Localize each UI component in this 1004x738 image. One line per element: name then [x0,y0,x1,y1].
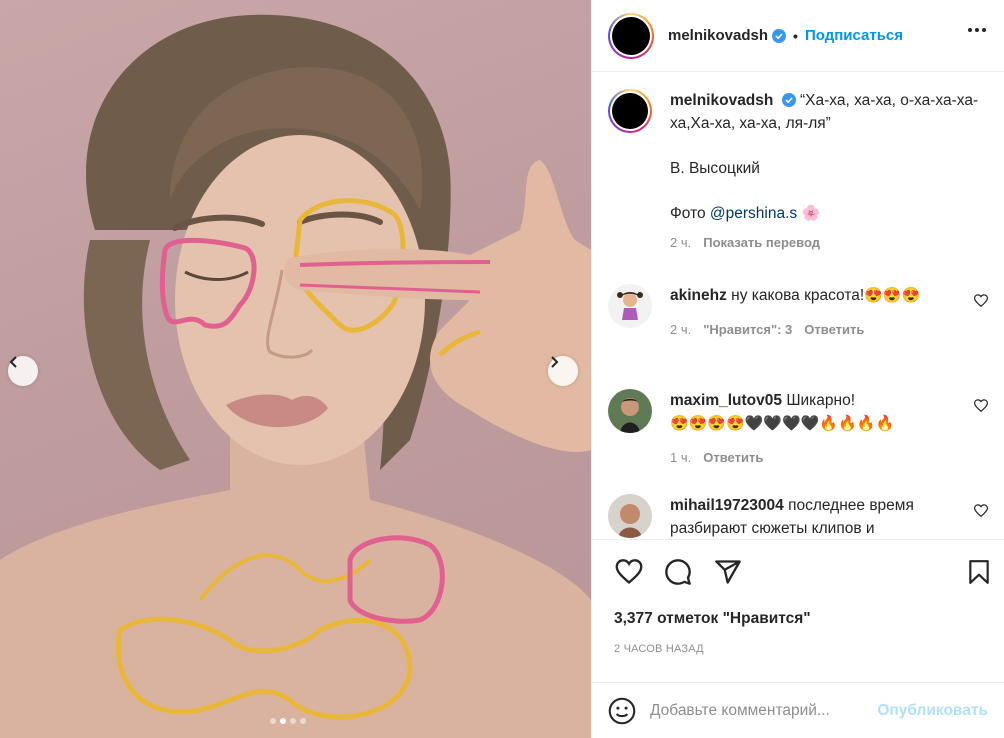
comment-heart-icon[interactable] [974,399,988,413]
post-header: melnikovadsh • Подписаться [592,0,1004,72]
likes-count[interactable]: 3,377 отметок "Нравится" [614,610,811,628]
comment-time: 2 ч. [670,322,692,337]
chevron-right-icon [551,356,559,368]
comment-heart-icon[interactable] [974,504,988,518]
author-username[interactable]: melnikovadsh [668,27,768,44]
comment-item: mihail19723004 последнее время разбирают… [608,494,988,539]
caption-time: 2 ч. [670,235,692,250]
translate-button[interactable]: Показать перевод [703,231,820,254]
comment-item: maxim_lutov05 Шикарно! 😍😍😍😍🖤🖤🖤🖤🔥🔥🔥🔥 1 ч.… [608,389,988,469]
share-icon[interactable] [714,558,742,586]
comment-input[interactable] [650,701,878,720]
chevron-left-icon [9,356,17,368]
bookmark-icon[interactable] [966,558,992,586]
carousel-prev-button[interactable] [8,356,38,386]
verified-badge-icon [772,28,787,43]
comment-icon[interactable] [664,558,692,586]
comment-emojis: 😍😍😍😍🖤🖤🖤🖤🔥🔥🔥🔥 [670,415,895,432]
post-panel: melnikovadsh • Подписаться melnikovadsh … [591,0,1004,738]
comment-time: 1 ч. [670,450,692,465]
reply-button[interactable]: Ответить [804,318,864,341]
comments-list[interactable]: melnikovadsh “Ха-ха, ха-ха, о-ха-ха-ха-х… [592,73,1004,539]
post-photo[interactable] [0,0,591,738]
carousel-dot [270,718,276,724]
carousel-dot [300,718,306,724]
carousel-dot-active [280,718,286,724]
publish-button[interactable]: Опубликовать [877,702,988,720]
commenter-username[interactable]: mihail19723004 [670,497,784,514]
comment-text: ну какова красота! [731,287,865,304]
comment-likes[interactable]: "Нравится": 3 [703,318,792,341]
commenter-avatar[interactable] [608,284,652,328]
carousel-dot [290,718,296,724]
caption-flower-emoji: 🌸 [801,205,821,222]
photo-image [0,14,591,738]
follow-button[interactable]: Подписаться [805,27,903,44]
verified-badge-icon [781,93,796,107]
caption-mention-link[interactable]: @pershina.s [710,205,797,222]
commenter-avatar[interactable] [608,494,652,538]
comment-emojis: 😍😍😍 [864,287,921,304]
commenter-username[interactable]: akinehz [670,287,727,304]
add-comment-bar: Опубликовать [592,682,1004,738]
caption-photo-prefix: Фото [670,205,706,222]
comment-text: Шикарно! [786,392,856,409]
heart-icon[interactable] [614,558,644,586]
post-time[interactable]: 2 ЧАСОВ НАЗАД [614,643,704,655]
reply-button[interactable]: Ответить [703,446,763,469]
commenter-avatar[interactable] [608,389,652,433]
comment-heart-icon[interactable] [974,294,988,308]
caption-photo-credit: Фото @pershina.s 🌸 [670,202,988,225]
caption-avatar[interactable] [608,89,652,133]
caption-username[interactable]: melnikovadsh [670,92,773,109]
more-icon[interactable] [968,28,986,32]
carousel-next-button[interactable] [548,356,578,386]
comment-item: akinehz ну какова красота!😍😍😍 2 ч. "Нрав… [608,284,988,341]
emoji-icon[interactable] [608,697,636,725]
header-separator: • [793,27,798,44]
caption-author: В. Высоцкий [670,160,760,177]
caption: melnikovadsh “Ха-ха, ха-ха, о-ха-ха-ха-х… [608,89,988,254]
author-avatar[interactable] [608,12,654,59]
carousel-indicator [270,718,306,724]
commenter-username[interactable]: maxim_lutov05 [670,392,782,409]
action-bar [592,539,1004,607]
